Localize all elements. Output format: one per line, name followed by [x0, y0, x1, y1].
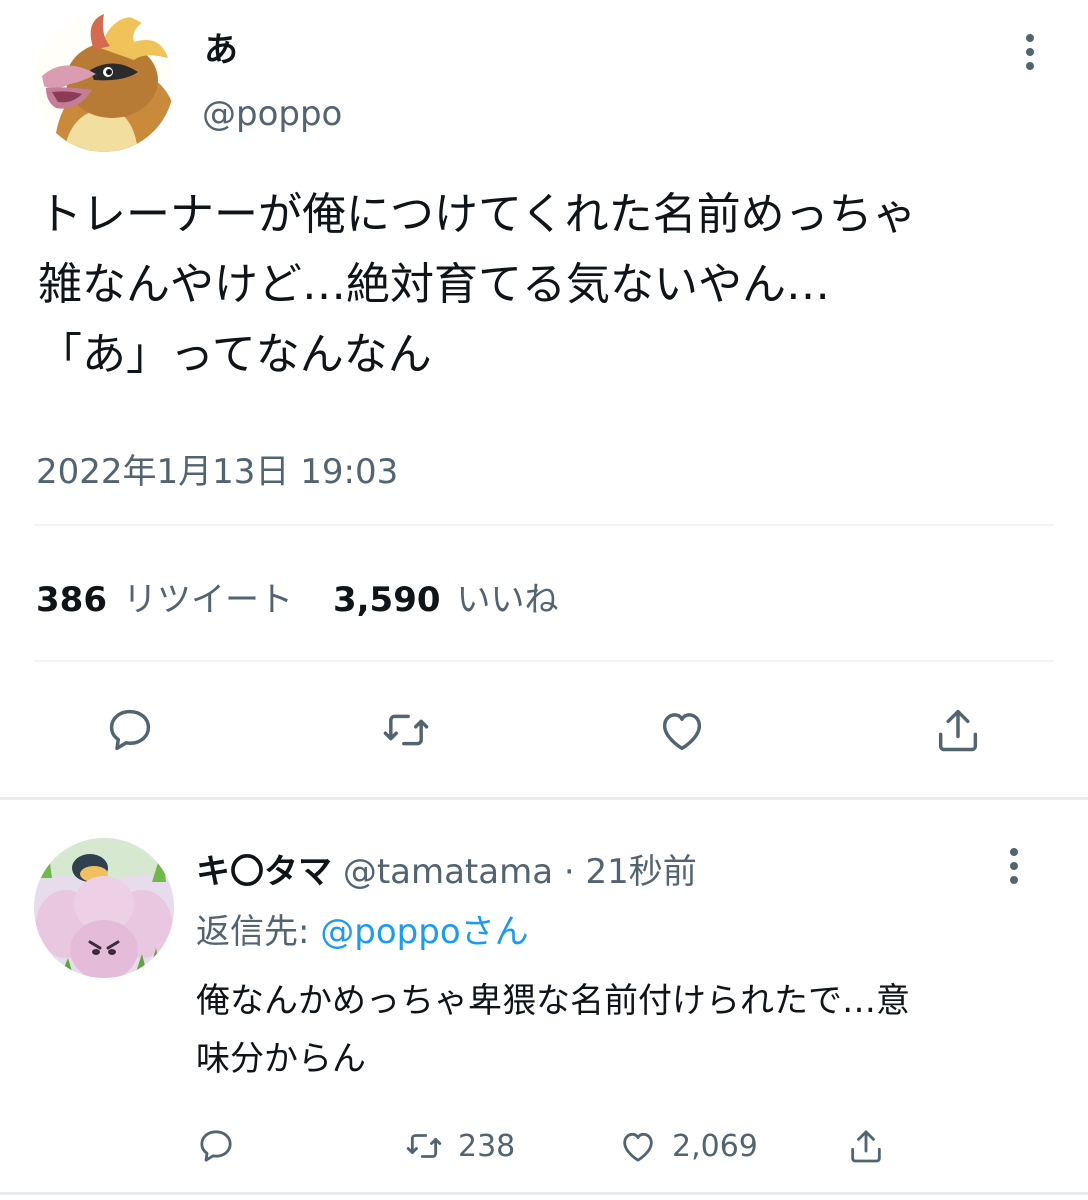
display-name[interactable]: キ〇タマ	[196, 852, 332, 892]
retweet-icon	[383, 714, 429, 746]
retweet-label[interactable]: リツイート	[123, 572, 293, 621]
time-ago[interactable]: 21秒前	[586, 852, 697, 892]
divider	[34, 660, 1054, 662]
more-options-button[interactable]	[994, 836, 1034, 896]
like-icon	[623, 1132, 653, 1162]
reply-icon	[109, 709, 151, 751]
share-icon	[851, 1130, 881, 1163]
retweet-count: 238	[458, 1128, 516, 1164]
reply-header: キ〇タマ @tamatama · 21秒前	[196, 844, 697, 893]
avatar[interactable]	[34, 838, 174, 978]
tweet-text: トレーナーが俺につけてくれた名前めっちゃ 雑なんやけど…絶対育てる気ないやん… …	[38, 189, 917, 380]
separator: ·	[563, 852, 575, 892]
share-button[interactable]	[846, 1118, 886, 1174]
user-handle[interactable]: @tamatama	[343, 852, 553, 892]
more-vertical-icon	[1010, 848, 1018, 884]
like-count: 2,069	[672, 1128, 758, 1164]
share-button[interactable]	[926, 698, 990, 762]
like-count[interactable]: 3,590	[333, 580, 441, 620]
more-vertical-icon	[1026, 34, 1034, 70]
divider	[0, 1192, 1088, 1195]
retweet-icon	[406, 1134, 442, 1158]
retweet-button[interactable]	[374, 698, 438, 762]
like-button[interactable]	[650, 698, 714, 762]
pidgeotto-avatar-icon	[34, 12, 174, 152]
display-name[interactable]: あ	[204, 22, 238, 71]
like-label[interactable]: いいね	[457, 572, 559, 621]
divider	[0, 797, 1088, 800]
share-icon	[938, 709, 978, 752]
retweet-button[interactable]: 238	[402, 1118, 515, 1174]
replying-prefix: 返信先:	[196, 912, 321, 952]
tweet-stats: 386 リツイート 3,590 いいね	[36, 572, 559, 621]
reply-button[interactable]	[98, 698, 162, 762]
retweet-count[interactable]: 386	[36, 580, 107, 620]
like-button[interactable]: 2,069	[616, 1118, 758, 1174]
like-icon	[662, 713, 702, 751]
reply-icon	[200, 1130, 232, 1162]
replying-to: 返信先: @poppoさん	[196, 904, 529, 953]
replying-to-link[interactable]: @poppoさん	[320, 912, 528, 952]
user-handle[interactable]: @poppo	[202, 94, 342, 134]
reply-button[interactable]	[196, 1118, 236, 1174]
tweet-text: 俺なんかめっちゃ卑猥な名前付けられたで…意 味分からん	[196, 981, 910, 1079]
tweet-timestamp[interactable]: 2022年1月13日 19:03	[36, 444, 398, 493]
main-tweet: あ @poppo トレーナーが俺につけてくれた名前めっちゃ 雑なんやけど…絶対育…	[0, 0, 1088, 800]
exeggcute-avatar-icon	[34, 838, 174, 978]
divider	[34, 524, 1054, 526]
avatar[interactable]	[34, 12, 174, 152]
more-options-button[interactable]	[1010, 22, 1050, 82]
